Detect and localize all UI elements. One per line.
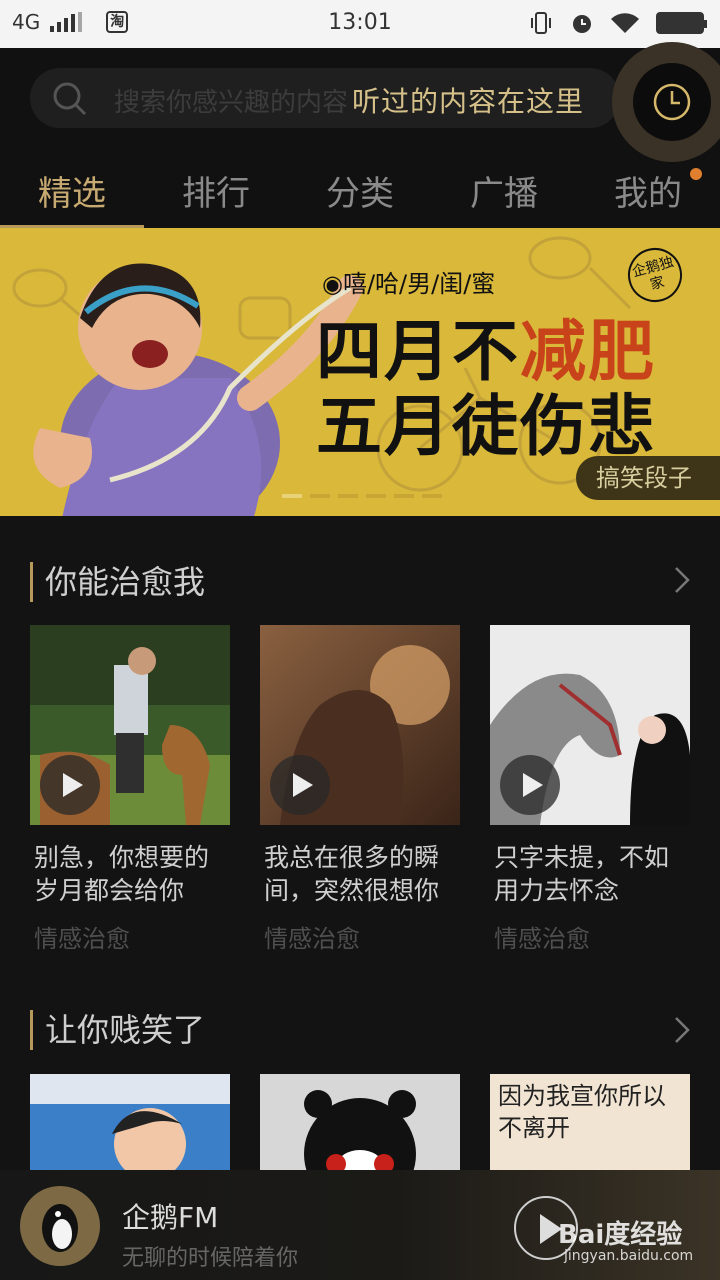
tab-label: 分类 [326,174,394,214]
promo-banner[interactable]: ◉嘻/哈/男/闺/蜜 四月不减肥 五月徒伤悲 企鹅独家 搞笑段子 [0,228,720,516]
tab-bar: 精选 排行 分类 广播 我的 [0,156,720,228]
search-placeholder: 搜索你感兴趣的内容 [114,88,349,118]
section-title-funny: 让你贱笑了 [30,1010,205,1050]
comic-text: 因为我宣你所以不离开 [498,1082,666,1142]
page-dot [366,494,386,498]
chevron-right-icon[interactable] [674,1016,690,1044]
tab-ranking[interactable]: 排行 [144,156,288,228]
play-icon[interactable] [40,755,100,815]
baidu-watermark: Bai度经验 [558,1220,683,1250]
notification-dot [690,168,702,180]
card-title: 我总在很多的瞬间，突然很想你 [264,843,440,905]
card-category: 情感治愈 [494,925,590,953]
card-thumbnail [30,625,230,825]
audio-card[interactable]: 我总在很多的瞬间，突然很想你 情感治愈 [260,625,460,954]
page-dot [338,494,358,498]
history-button[interactable] [633,63,711,141]
banner-category-tag: 搞笑段子 [576,456,720,500]
chevron-right-icon[interactable] [674,566,690,594]
penguin-logo-icon [20,1186,100,1266]
tab-label: 精选 [38,174,106,214]
clock-icon [653,83,691,121]
card-category: 情感治愈 [264,925,360,953]
penguin-icon [42,1204,78,1252]
play-icon[interactable] [270,755,330,815]
tab-radio[interactable]: 广播 [432,156,576,228]
play-icon[interactable] [500,755,560,815]
tab-label: 我的 [614,174,682,214]
section-title-healing: 你能治愈我 [30,562,205,602]
page-dot [394,494,414,498]
status-bar: 4G 淘 13:01 [0,0,720,48]
page-dot [282,494,302,498]
card-title: 别急，你想要的岁月都会给你 [34,843,210,905]
banner-tagline: ◉嘻/哈/男/闺/蜜 [322,270,496,298]
page-dot [310,494,330,498]
wifi-icon [611,13,639,33]
card-thumbnail [490,625,690,825]
watermark-url: jingyan.baidu.com [564,1248,694,1264]
card-title: 只字未提，不如用力去怀念 [494,843,670,905]
battery-icon [656,12,707,34]
vibrate-icon [531,12,551,34]
banner-pagination [282,494,442,498]
audio-card[interactable]: 别急，你想要的岁月都会给你 情感治愈 [30,625,230,954]
search-icon [53,82,87,116]
mini-player[interactable]: 企鹅FM 无聊的时候陪着你 Bai度经验 jingyan.baidu.com [0,1170,720,1280]
page-dot [422,494,442,498]
history-tooltip: 听过的内容在这里 [352,85,585,118]
tab-label: 广播 [470,174,538,214]
alarm-icon [573,15,591,33]
banner-headline-2: 五月徒伤悲 [316,388,656,465]
player-title: 企鹅FM [122,1201,219,1234]
tab-label: 排行 [182,174,250,214]
tab-mine[interactable]: 我的 [576,156,720,228]
audio-card[interactable]: 只字未提，不如用力去怀念 情感治愈 [490,625,690,954]
header: 搜索你感兴趣的内容 听过的内容在这里 精选 排行 分类 广播 我的 [0,42,720,228]
tab-category[interactable]: 分类 [288,156,432,228]
tab-featured[interactable]: 精选 [0,156,144,228]
card-category: 情感治愈 [34,925,130,953]
player-subtitle: 无聊的时候陪着你 [122,1246,299,1271]
card-thumbnail [260,625,460,825]
